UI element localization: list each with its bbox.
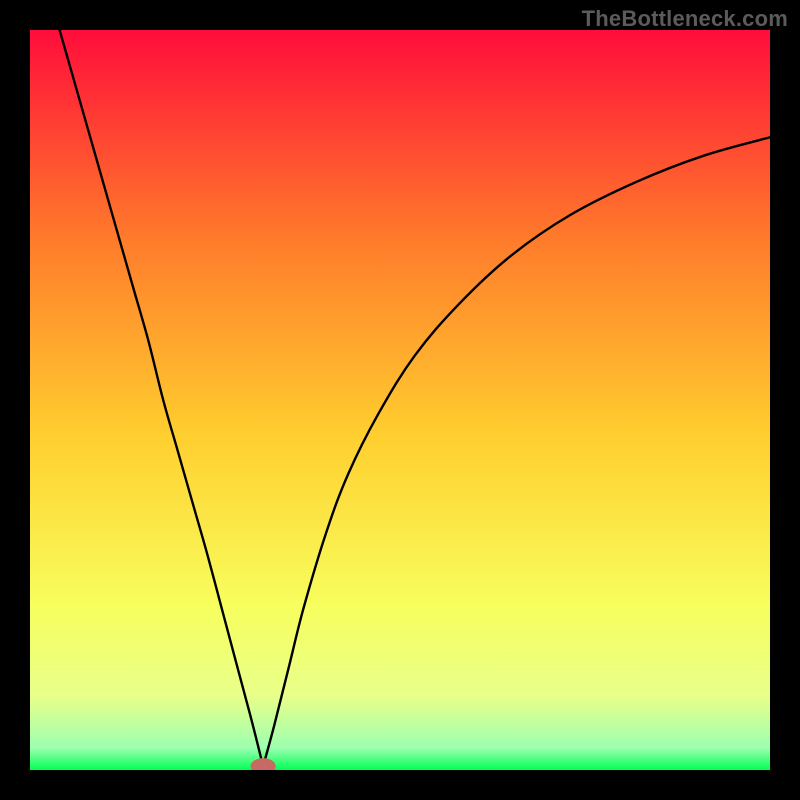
chart-svg (30, 30, 770, 770)
watermark-text: TheBottleneck.com (582, 6, 788, 32)
chart-frame: TheBottleneck.com (0, 0, 800, 800)
gradient-background (30, 30, 770, 770)
plot-area (30, 30, 770, 770)
